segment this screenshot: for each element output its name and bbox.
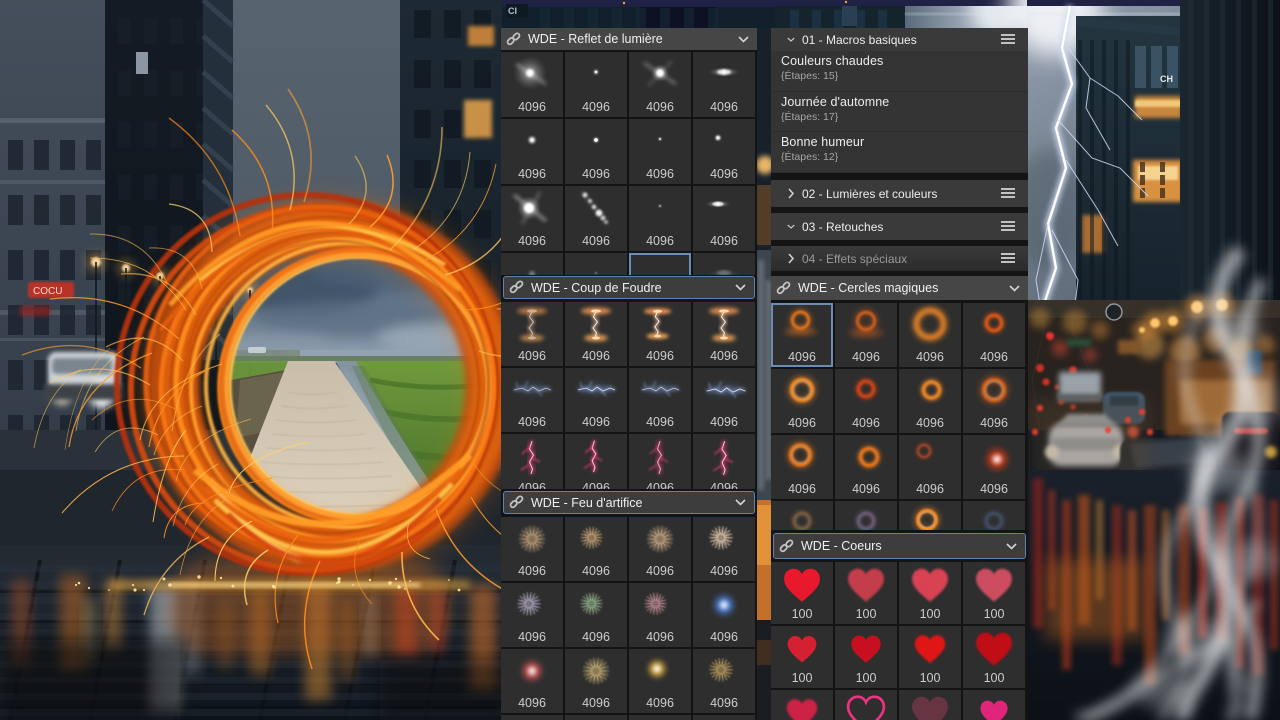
svg-text:CH: CH <box>1160 74 1173 84</box>
svg-text:COCU: COCU <box>33 286 62 297</box>
